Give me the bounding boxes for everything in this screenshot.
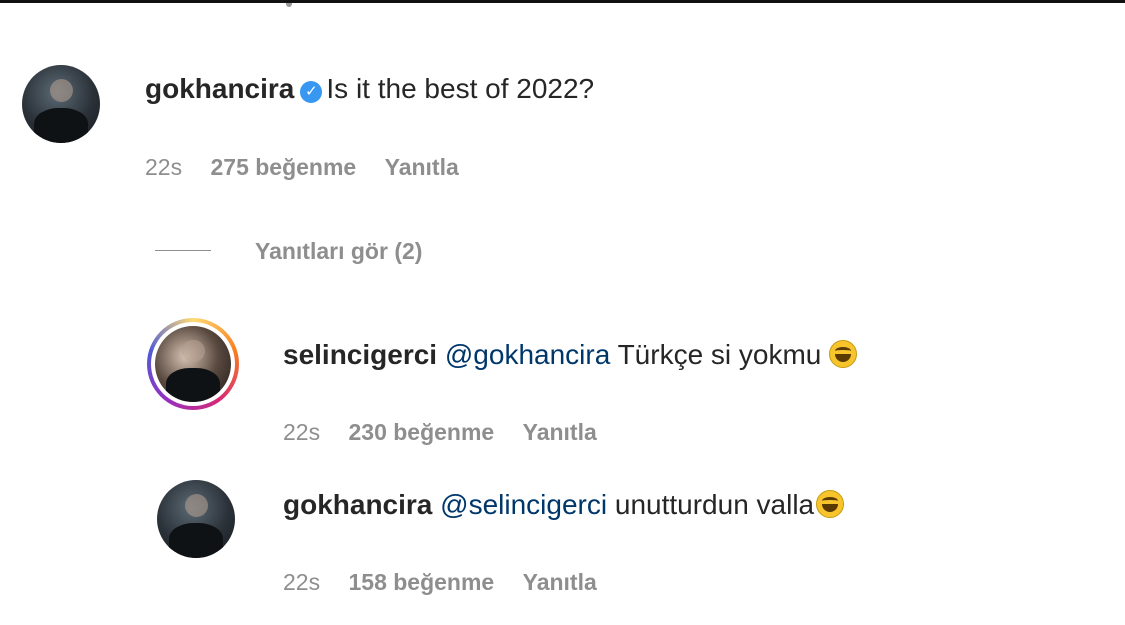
comment-reply-button[interactable]: Yanıtla bbox=[385, 154, 459, 180]
comment-text: Is it the best of 2022? bbox=[326, 73, 595, 104]
view-replies-toggle[interactable]: Yanıtları gör (2) bbox=[155, 238, 422, 266]
story-ring-avatar[interactable] bbox=[147, 318, 239, 410]
laughing-emoji-icon bbox=[829, 340, 858, 368]
reply-time: 22s bbox=[283, 569, 321, 595]
reply-text: Türkçe si yokmu bbox=[617, 339, 822, 370]
view-replies-dash bbox=[155, 250, 211, 251]
reply-time: 22s bbox=[283, 419, 321, 445]
reply-mention[interactable]: @selincigerci bbox=[440, 489, 607, 520]
reply-mention[interactable]: @gokhancira bbox=[445, 339, 610, 370]
avatar-body bbox=[168, 522, 224, 558]
avatar-head bbox=[182, 339, 206, 363]
avatar-body bbox=[166, 367, 220, 402]
reply-line: selincigerci @gokhancira Türkçe si yokmu bbox=[283, 338, 858, 372]
reply-reply-button[interactable]: Yanıtla bbox=[523, 419, 597, 445]
comment-meta: 22s 275 beğenme Yanıtla bbox=[145, 153, 481, 181]
reply-likes[interactable]: 158 beğenme bbox=[348, 569, 494, 595]
avatar-head bbox=[185, 494, 209, 518]
reply-meta: 22s 158 beğenme Yanıtla bbox=[283, 568, 619, 596]
laughing-emoji-icon bbox=[816, 490, 845, 518]
reply-line: gokhancira @selincigerci unutturdun vall… bbox=[283, 488, 845, 522]
comment-time: 22s bbox=[145, 154, 183, 180]
top-divider bbox=[0, 0, 1125, 3]
reply-likes[interactable]: 230 beğenme bbox=[348, 419, 494, 445]
avatar[interactable] bbox=[22, 65, 100, 143]
reply-text: unutturdun valla bbox=[614, 489, 815, 520]
reply-username[interactable]: selincigerci bbox=[283, 339, 437, 370]
reply-reply-button[interactable]: Yanıtla bbox=[523, 569, 597, 595]
reply-username[interactable]: gokhancira bbox=[283, 489, 432, 520]
avatar-head bbox=[50, 79, 74, 103]
avatar[interactable] bbox=[157, 480, 235, 558]
comment-username[interactable]: gokhancira bbox=[145, 73, 294, 104]
reply-meta: 22s 230 beğenme Yanıtla bbox=[283, 418, 619, 446]
top-edge-mark bbox=[286, 3, 292, 7]
avatar bbox=[155, 326, 231, 402]
avatar-body bbox=[33, 107, 89, 143]
view-replies-label: Yanıtları gör (2) bbox=[255, 238, 423, 264]
verified-badge-icon: ✓ bbox=[300, 81, 323, 103]
comment-likes[interactable]: 275 beğenme bbox=[210, 154, 356, 180]
comment-line: gokhancira ✓ Is it the best of 2022? bbox=[145, 72, 594, 106]
story-ring-gap bbox=[151, 322, 235, 406]
